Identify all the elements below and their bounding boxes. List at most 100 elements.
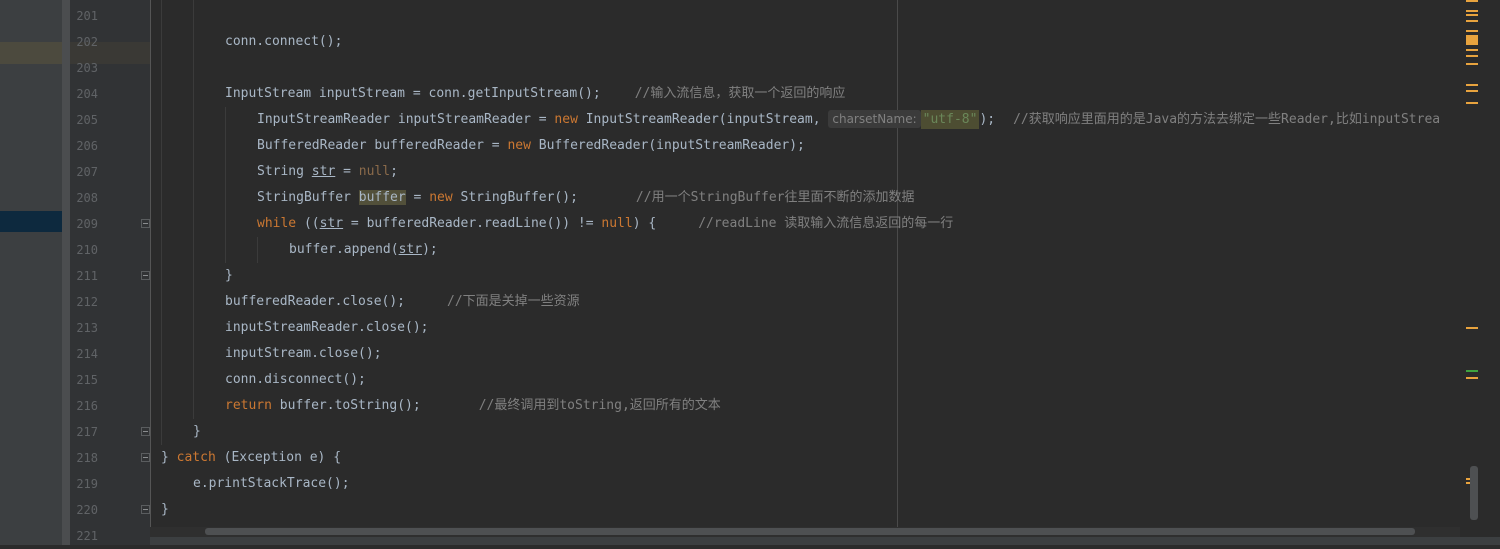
keyword: null	[358, 164, 391, 179]
vertical-scrollbar[interactable]	[1460, 0, 1500, 545]
code-text: }	[161, 502, 169, 517]
warning-marker[interactable]	[1466, 14, 1478, 16]
keyword: catch	[176, 450, 216, 465]
gutter-separator	[150, 0, 151, 545]
keyword: while	[257, 216, 297, 231]
code-text: inputStream.close();	[225, 346, 382, 361]
code-line[interactable]: inputStreamReader.close();	[225, 315, 429, 341]
code-line[interactable]: InputStream inputStream = conn.getInputS…	[225, 81, 845, 107]
code-line[interactable]: e.printStackTrace();	[193, 471, 350, 497]
warning-marker[interactable]	[1466, 63, 1478, 65]
project-panel[interactable]	[0, 0, 62, 545]
code-text: conn.disconnect();	[225, 372, 366, 387]
code-comment: //用一个StringBuffer往里面不断的添加数据	[635, 190, 915, 205]
code-line[interactable]: conn.disconnect();	[225, 367, 366, 393]
variable: str	[311, 164, 336, 179]
code-line[interactable]: StringBuffer buffer = new StringBuffer()…	[257, 185, 915, 211]
code-line[interactable]: return buffer.toString(); //最终调用到toString…	[225, 393, 721, 419]
parameter-hint: charsetName:	[828, 110, 921, 128]
warning-marker[interactable]	[1466, 35, 1478, 45]
code-text: String	[257, 164, 312, 179]
line-number: 208	[76, 191, 98, 205]
keyword: new	[429, 190, 453, 205]
warning-marker[interactable]	[1466, 0, 1478, 2]
warning-marker[interactable]	[1466, 84, 1478, 86]
code-comment: //下面是关掉一些资源	[447, 294, 580, 309]
code-text: InputStreamReader(inputStream,	[577, 112, 829, 127]
fold-icon[interactable]	[141, 505, 150, 514]
line-number: 205	[76, 113, 98, 127]
indent-guide	[193, 0, 194, 419]
line-number: 204	[76, 87, 98, 101]
code-text: InputStream inputStream = conn.getInputS…	[225, 86, 601, 101]
code-comment: //最终调用到toString,返回所有的文本	[478, 398, 721, 413]
panel-splitter[interactable]	[62, 0, 70, 545]
vertical-scroll-thumb[interactable]	[1470, 466, 1478, 520]
line-number: 210	[76, 243, 98, 257]
code-line[interactable]: } catch (Exception e) {	[161, 445, 341, 471]
warning-marker[interactable]	[1466, 30, 1478, 32]
code-line[interactable]: String str = null;	[257, 159, 398, 185]
code-text: );	[979, 112, 996, 127]
code-comment: //readLine 读取输入流信息返回的每一行	[698, 216, 954, 231]
code-text: }	[161, 450, 177, 465]
line-number: 215	[76, 373, 98, 387]
code-line[interactable]: inputStream.close();	[225, 341, 382, 367]
line-number: 216	[76, 399, 98, 413]
line-number: 221	[76, 529, 98, 543]
code-comment: //获取响应里面用的是Java的方法去绑定一些Reader,比如inputStr…	[1013, 112, 1441, 127]
code-comment: //输入流信息，获取一个返回的响应	[634, 86, 846, 101]
code-line[interactable]: buffer.append(str);	[289, 237, 438, 263]
line-number: 212	[76, 295, 98, 309]
fold-icon[interactable]	[141, 453, 150, 462]
code-line[interactable]: }	[161, 497, 169, 523]
code-text: buffer.toString();	[271, 398, 421, 413]
fold-icon[interactable]	[141, 271, 150, 280]
code-text: e.printStackTrace();	[193, 476, 350, 491]
keyword: new	[554, 112, 578, 127]
code-line[interactable]: while ((str = bufferedReader.readLine())…	[257, 211, 953, 237]
code-text: ) {	[632, 216, 657, 231]
warning-marker[interactable]	[1466, 102, 1478, 104]
indent-guide	[225, 107, 226, 263]
warning-marker[interactable]	[1466, 20, 1478, 22]
line-number: 214	[76, 347, 98, 361]
code-text: ;	[390, 164, 398, 179]
code-text: (Exception e) {	[215, 450, 342, 465]
horizontal-scroll-thumb[interactable]	[205, 528, 1415, 535]
indent-guide	[161, 0, 162, 445]
code-text: bufferedReader.close();	[225, 294, 406, 309]
line-number: 218	[76, 451, 98, 465]
variable-occurrence: buffer	[358, 190, 406, 205]
code-text: buffer.append(	[289, 242, 399, 257]
line-number: 213	[76, 321, 98, 335]
warning-marker[interactable]	[1466, 49, 1478, 51]
line-number: 219	[76, 477, 98, 491]
keyword: null	[601, 216, 633, 231]
status-strip	[150, 537, 1500, 545]
code-line[interactable]: BufferedReader bufferedReader = new Buff…	[257, 133, 805, 159]
line-number: 207	[76, 165, 98, 179]
code-line[interactable]: bufferedReader.close(); //下面是关掉一些资源	[225, 289, 580, 315]
code-line[interactable]: }	[193, 419, 201, 445]
ok-marker[interactable]	[1466, 370, 1478, 372]
variable: str	[319, 216, 344, 231]
code-text: );	[422, 242, 438, 257]
indent-guide	[257, 237, 258, 263]
warning-marker[interactable]	[1466, 90, 1478, 92]
project-panel-highlight	[0, 42, 62, 64]
keyword: return	[225, 398, 272, 413]
code-line[interactable]: conn.connect();	[225, 29, 342, 55]
warning-marker[interactable]	[1466, 10, 1478, 12]
project-panel-selection	[0, 211, 62, 232]
warning-marker[interactable]	[1466, 55, 1478, 57]
code-text: BufferedReader bufferedReader =	[257, 138, 508, 153]
fold-icon[interactable]	[141, 219, 150, 228]
code-text: InputStreamReader inputStreamReader =	[257, 112, 555, 127]
warning-marker[interactable]	[1466, 327, 1478, 329]
code-line[interactable]: }	[225, 263, 233, 289]
fold-icon[interactable]	[141, 427, 150, 436]
code-line[interactable]: InputStreamReader inputStreamReader = ne…	[257, 107, 1440, 133]
code-text: =	[405, 190, 430, 205]
warning-marker[interactable]	[1466, 377, 1478, 379]
